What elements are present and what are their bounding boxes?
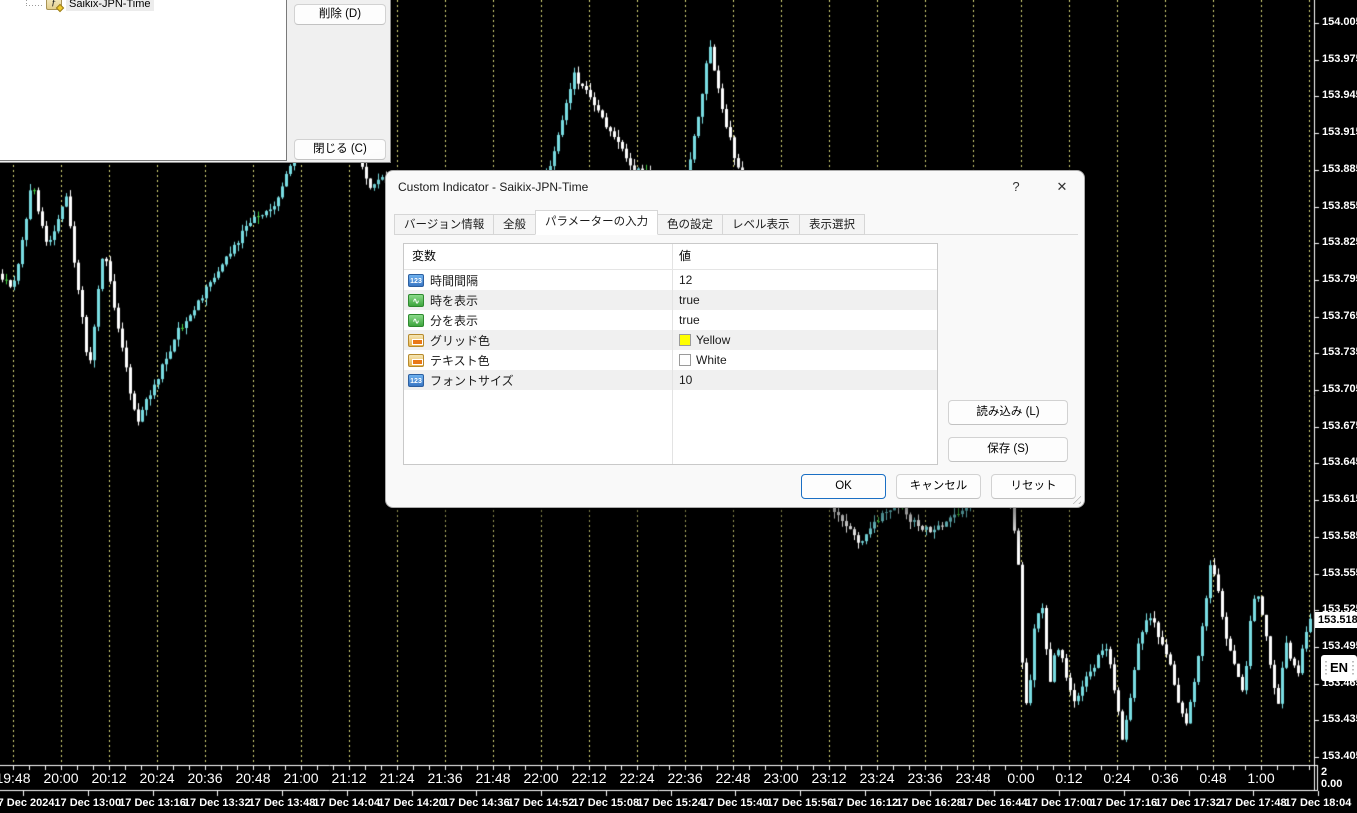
custom-indicator-fx-icon: ƒ — [46, 0, 62, 10]
price-label: 153.495 — [1322, 640, 1357, 652]
delete-button[interactable]: 削除 (D) — [294, 4, 386, 25]
color-param-icon — [408, 354, 424, 367]
cancel-button[interactable]: キャンセル — [896, 474, 981, 499]
tab-2[interactable]: パラメーターの入力 — [535, 210, 658, 235]
close-panel-button[interactable]: 閉じる (C) — [294, 139, 386, 160]
mt4-terminal-screen: 153.518 154.005 153.975 153.945 153.915 153.… — [0, 0, 1357, 813]
tab-0[interactable]: バージョン情報 — [394, 214, 494, 235]
price-label: 153.705 — [1322, 383, 1357, 395]
bool-param-icon: ∿ — [408, 314, 424, 327]
param-name: 分を表示 — [430, 312, 478, 329]
tree-line — [26, 5, 44, 6]
numeric-param-icon: 123 — [408, 274, 424, 287]
bool-param-icon: ∿ — [408, 294, 424, 307]
jpn-time-label: 1:00 — [1231, 770, 1291, 786]
price-label: 153.855 — [1322, 200, 1357, 212]
tab-1[interactable]: 全般 — [493, 214, 536, 235]
color-swatch — [679, 334, 691, 346]
table-empty-area — [404, 390, 937, 465]
date-label: 17 Dec 18:04 — [1273, 797, 1357, 809]
price-label: 153.555 — [1322, 567, 1357, 579]
price-label: 153.435 — [1322, 713, 1357, 725]
current-price-box: 153.518 — [1315, 612, 1357, 628]
price-label: 153.885 — [1322, 163, 1357, 175]
time-axis[interactable]: 17 Dec 202417 Dec 13:0017 Dec 13:1617 De… — [0, 792, 1357, 813]
param-row[interactable]: ∿ 分を表示 true — [404, 310, 937, 330]
subwindow-scale-bottom: 0.00 — [1321, 778, 1342, 790]
save-button[interactable]: 保存 (S) — [948, 437, 1068, 462]
custom-indicator-dialog: Custom Indicator - Saikix-JPN-Time ? ✕ バ… — [385, 170, 1085, 508]
param-row[interactable]: 123 フォントサイズ 10 — [404, 370, 937, 390]
tab-4[interactable]: レベル表示 — [722, 214, 800, 235]
indicator-list-item[interactable]: Saikix-JPN-Time — [66, 0, 154, 11]
header-variable: 変数 — [404, 244, 673, 269]
price-label: 153.945 — [1322, 89, 1357, 101]
param-name: フォントサイズ — [430, 372, 514, 389]
color-param-icon — [408, 334, 424, 347]
param-name: テキスト色 — [430, 352, 490, 369]
param-row[interactable]: ∿ 時を表示 true — [404, 290, 937, 310]
param-name: 時を表示 — [430, 292, 478, 309]
subwindow-scale-top: 2 — [1321, 766, 1327, 778]
parameters-table[interactable]: 変数値 123 時間間隔 12 ∿ 時を表示 true ∿ 分を表示 true グリッド色 Yello… — [403, 243, 938, 465]
price-label: 153.975 — [1322, 53, 1357, 65]
numeric-param-icon: 123 — [408, 374, 424, 387]
param-value[interactable]: White — [696, 353, 727, 367]
dialog-title: Custom Indicator - Saikix-JPN-Time — [398, 171, 588, 204]
ok-button[interactable]: OK — [801, 474, 886, 499]
param-value[interactable]: 10 — [679, 373, 692, 387]
language-badge[interactable]: EN — [1321, 655, 1357, 681]
tab-3[interactable]: 色の設定 — [657, 214, 723, 235]
price-label: 153.735 — [1322, 346, 1357, 358]
price-label: 153.915 — [1322, 126, 1357, 138]
reset-button[interactable]: リセット — [991, 474, 1076, 499]
param-row[interactable]: 123 時間間隔 12 — [404, 270, 937, 290]
param-name: 時間間隔 — [430, 272, 478, 289]
jpn-time-subwindow[interactable]: 19:4820:0020:1220:2420:3620:4821:0021:12… — [0, 766, 1317, 790]
load-button[interactable]: 読み込み (L) — [948, 400, 1068, 425]
param-row[interactable]: テキスト色 White — [404, 350, 937, 370]
help-icon[interactable]: ? — [1007, 178, 1025, 196]
close-icon[interactable]: ✕ — [1053, 178, 1071, 196]
param-row[interactable]: グリッド色 Yellow — [404, 330, 937, 350]
price-label: 153.645 — [1322, 456, 1357, 468]
header-value: 値 — [673, 244, 937, 269]
param-name: グリッド色 — [430, 332, 490, 349]
param-value[interactable]: Yellow — [696, 333, 730, 347]
table-header: 変数値 — [404, 244, 937, 270]
param-value[interactable]: true — [679, 313, 700, 327]
badge-drag-handle-icon — [1352, 661, 1354, 675]
price-label: 153.825 — [1322, 236, 1357, 248]
param-value[interactable]: true — [679, 293, 700, 307]
price-label: 153.675 — [1322, 420, 1357, 432]
price-label: 153.585 — [1322, 530, 1357, 542]
price-label: 153.405 — [1322, 750, 1357, 762]
price-label: 153.795 — [1322, 273, 1357, 285]
price-label: 153.615 — [1322, 493, 1357, 505]
color-swatch — [679, 354, 691, 366]
tab-5[interactable]: 表示選択 — [799, 214, 865, 235]
param-value[interactable]: 12 — [679, 273, 692, 287]
dialog-tabs: バージョン情報全般パラメーターの入力色の設定レベル表示表示選択 — [394, 211, 1078, 235]
indicators-list-panel: ƒ Saikix-JPN-Time 削除 (D) 閉じる (C) — [0, 0, 391, 163]
indicator-listbox[interactable]: ƒ Saikix-JPN-Time — [0, 0, 287, 161]
price-label: 154.005 — [1322, 16, 1357, 28]
price-label: 153.765 — [1322, 310, 1357, 322]
